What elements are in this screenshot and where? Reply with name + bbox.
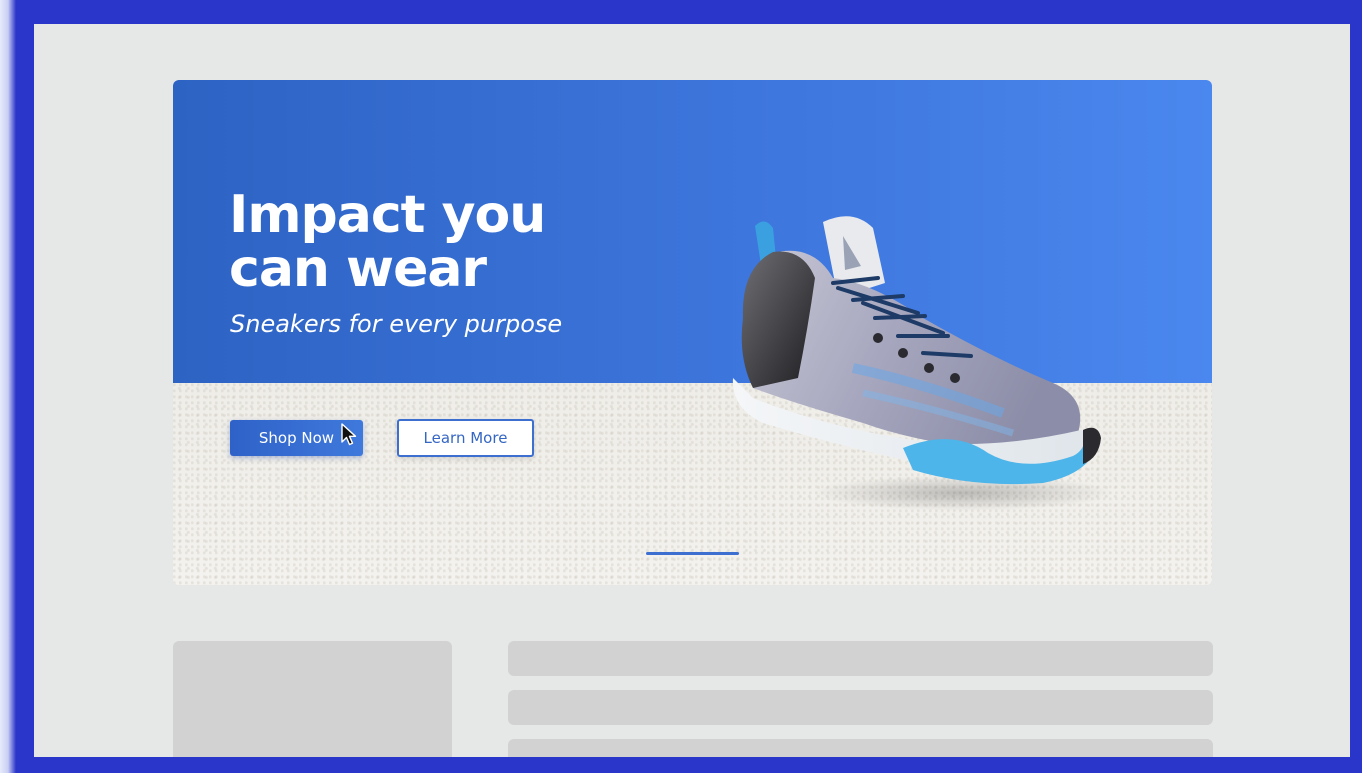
sneaker-image	[732, 216, 1113, 511]
learn-more-button[interactable]: Learn More	[397, 419, 534, 457]
carousel-indicator[interactable]	[646, 552, 739, 555]
shop-now-label: Shop Now	[258, 429, 335, 447]
hero-headline: Impact you can wear	[229, 185, 546, 299]
placeholder-line-3	[508, 739, 1213, 757]
screen-frame: Impact you can wear Sneakers for every p…	[0, 0, 1362, 773]
pointer-cursor-icon	[341, 423, 357, 446]
placeholder-line-1	[508, 641, 1213, 676]
learn-more-label: Learn More	[423, 429, 508, 447]
hero-subheadline: Sneakers for every purpose	[230, 310, 563, 338]
placeholder-line-2	[508, 690, 1213, 725]
placeholder-card-image	[173, 641, 452, 757]
page-viewport: Impact you can wear Sneakers for every p…	[34, 24, 1350, 757]
frame-edge	[0, 0, 16, 773]
hero-banner: Impact you can wear Sneakers for every p…	[173, 80, 1212, 585]
